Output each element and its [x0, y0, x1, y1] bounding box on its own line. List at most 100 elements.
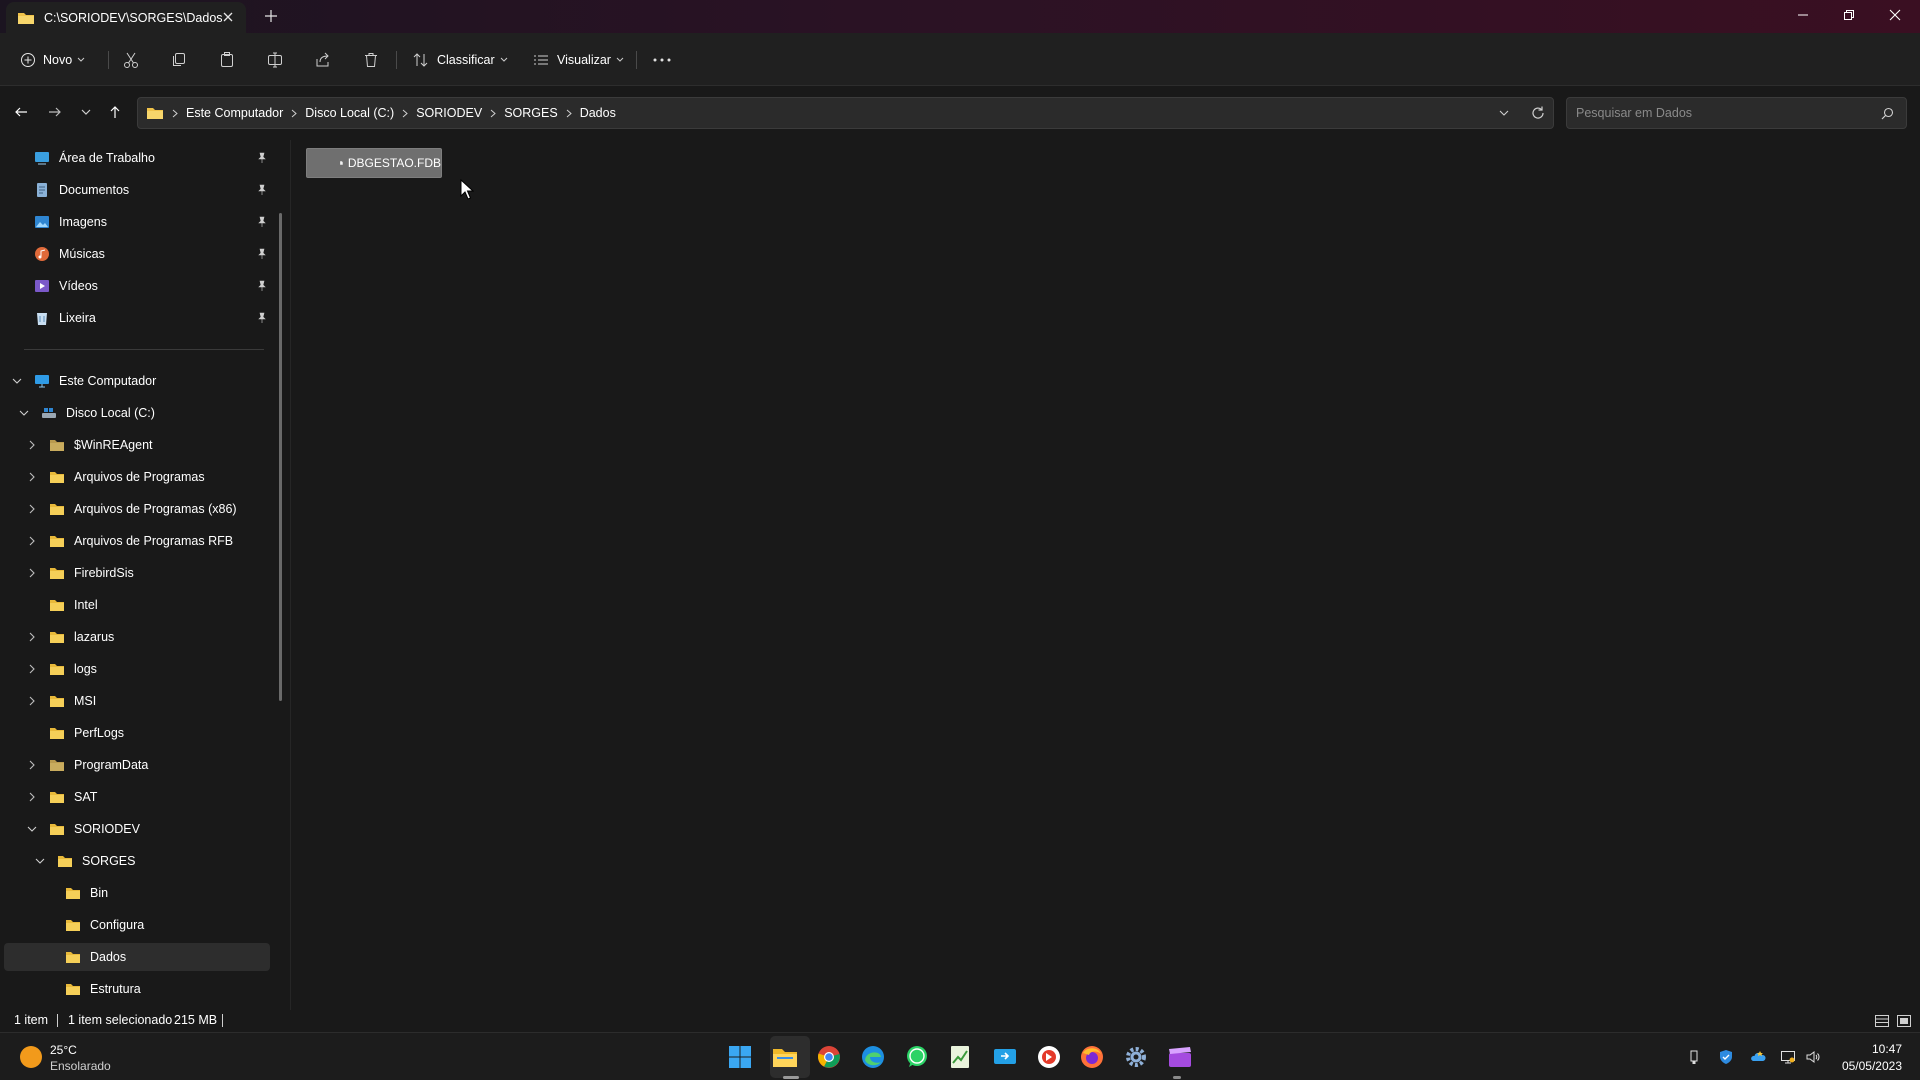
file-explorer-icon[interactable] [772, 1044, 798, 1070]
new-tab-icon[interactable] [262, 7, 280, 25]
chevron-right-icon[interactable] [27, 536, 37, 546]
sidebar-scrollbar[interactable] [279, 213, 282, 701]
breadcrumb-item[interactable]: SORIODEV [416, 106, 482, 120]
firefox-icon[interactable] [1079, 1044, 1105, 1070]
close-tab-icon[interactable] [220, 9, 236, 25]
tree-folder-dados-selected[interactable]: Dados [65, 944, 126, 970]
paste-button[interactable] [218, 33, 236, 86]
tree-folder[interactable]: Arquivos de Programas (x86) [49, 496, 237, 522]
tree-folder[interactable]: $WinREAgent [49, 432, 153, 458]
chevron-down-icon[interactable] [27, 824, 37, 834]
recent-locations-button[interactable] [72, 98, 100, 126]
restore-button[interactable] [1826, 0, 1872, 30]
start-icon[interactable] [727, 1044, 753, 1070]
breadcrumb-item[interactable]: Este Computador [186, 106, 283, 120]
tree-folder[interactable]: SAT [49, 784, 97, 810]
network-icon[interactable] [1780, 1049, 1796, 1065]
breadcrumb-item[interactable]: Disco Local (C:) [305, 106, 394, 120]
refresh-icon[interactable] [1530, 105, 1546, 121]
pin-icon[interactable] [256, 280, 268, 292]
more-options-button[interactable] [652, 33, 672, 86]
chevron-right-icon[interactable] [27, 760, 37, 770]
chevron-right-icon[interactable] [291, 109, 298, 118]
app-icon[interactable] [1036, 1044, 1062, 1070]
tab-current-folder[interactable]: C:\SORIODEV\SORGES\Dados [6, 2, 246, 33]
forward-button[interactable] [41, 98, 69, 126]
pin-icon[interactable] [256, 216, 268, 228]
chevron-down-icon[interactable] [35, 856, 45, 866]
chevron-right-icon[interactable] [490, 109, 496, 118]
volume-icon[interactable] [1805, 1049, 1821, 1065]
share-button[interactable] [314, 33, 332, 86]
up-button[interactable] [101, 98, 129, 126]
tree-folder[interactable]: Intel [49, 592, 98, 618]
tree-folder[interactable]: Bin [65, 880, 108, 906]
chrome-icon[interactable] [816, 1044, 842, 1070]
file-item[interactable]: DBGESTAO.FDB [306, 148, 442, 178]
pin-icon[interactable] [256, 312, 268, 324]
search-input[interactable]: Pesquisar em Dados [1566, 97, 1907, 129]
rename-button[interactable] [266, 33, 284, 86]
quick-access-recycle-bin[interactable]: Lixeira [34, 305, 96, 331]
chevron-right-icon[interactable] [27, 440, 37, 450]
tree-item-this-pc[interactable]: Este Computador [34, 368, 156, 394]
settings-icon[interactable] [1123, 1044, 1149, 1070]
tree-folder[interactable]: Arquivos de Programas RFB [49, 528, 233, 554]
sort-button[interactable]: Classificar [412, 33, 508, 86]
copy-button[interactable] [170, 33, 188, 86]
tree-folder[interactable]: lazarus [49, 624, 114, 650]
chevron-right-icon[interactable] [27, 504, 37, 514]
address-bar[interactable]: Este Computador Disco Local (C:) SORIODE… [137, 97, 1554, 129]
chevron-down-icon[interactable] [12, 376, 22, 386]
details-view-icon[interactable] [1874, 1013, 1890, 1029]
pin-icon[interactable] [256, 248, 268, 260]
tree-folder[interactable]: logs [49, 656, 97, 682]
quick-access-desktop[interactable]: Área de Trabalho [34, 145, 155, 171]
chevron-right-icon[interactable] [27, 632, 37, 642]
tree-folder[interactable]: PerfLogs [49, 720, 124, 746]
weather-description[interactable]: Ensolarado [50, 1059, 111, 1073]
cloud-icon[interactable] [1750, 1049, 1766, 1065]
delete-button[interactable] [362, 33, 380, 86]
tiles-view-icon[interactable] [1896, 1013, 1912, 1029]
tree-folder[interactable]: ProgramData [49, 752, 148, 778]
clock-time[interactable]: 10:47 [1872, 1042, 1902, 1056]
chevron-right-icon[interactable] [27, 696, 37, 706]
tree-folder-sorges[interactable]: SORGES [57, 848, 136, 874]
clock-date[interactable]: 05/05/2023 [1842, 1059, 1902, 1073]
edge-icon[interactable] [860, 1044, 886, 1070]
quick-access-music[interactable]: Músicas [34, 241, 105, 267]
breadcrumb-item[interactable]: SORGES [504, 106, 558, 120]
view-button[interactable]: Visualizar [532, 33, 624, 86]
address-history-chevron-icon[interactable] [1498, 109, 1510, 117]
search-icon[interactable] [1881, 107, 1894, 120]
quick-access-videos[interactable]: Vídeos [34, 273, 98, 299]
chevron-right-icon[interactable] [27, 568, 37, 578]
clapper-icon[interactable] [1167, 1044, 1193, 1070]
security-shield-icon[interactable] [1718, 1049, 1734, 1065]
quick-access-documents[interactable]: Documentos [34, 177, 129, 203]
spreadsheet-icon[interactable] [947, 1044, 973, 1070]
remote-desktop-icon[interactable] [992, 1044, 1018, 1070]
chevron-right-icon[interactable] [27, 472, 37, 482]
chevron-right-icon[interactable] [27, 792, 37, 802]
minimize-button[interactable] [1780, 0, 1826, 30]
tree-folder[interactable]: Arquivos de Programas [49, 464, 205, 490]
tree-folder[interactable]: Configura [65, 912, 144, 938]
chevron-right-icon[interactable] [27, 664, 37, 674]
chevron-right-icon[interactable] [402, 109, 408, 118]
tree-item-local-disk[interactable]: Disco Local (C:) [41, 400, 155, 426]
tree-folder-soriodev[interactable]: SORIODEV [49, 816, 140, 842]
chevron-down-icon[interactable] [19, 408, 29, 418]
pin-icon[interactable] [256, 184, 268, 196]
chevron-right-icon[interactable] [172, 109, 178, 118]
weather-temperature[interactable]: 25°C [50, 1043, 77, 1057]
back-button[interactable] [7, 98, 35, 126]
tree-folder[interactable]: MSI [49, 688, 96, 714]
chevron-right-icon[interactable] [566, 109, 572, 118]
tree-folder[interactable]: FirebirdSis [49, 560, 134, 586]
usb-device-icon[interactable] [1686, 1049, 1702, 1065]
new-button[interactable]: Novo [20, 33, 85, 86]
breadcrumb-item[interactable]: Dados [580, 106, 616, 120]
tree-folder[interactable]: Estrutura [65, 976, 141, 1002]
